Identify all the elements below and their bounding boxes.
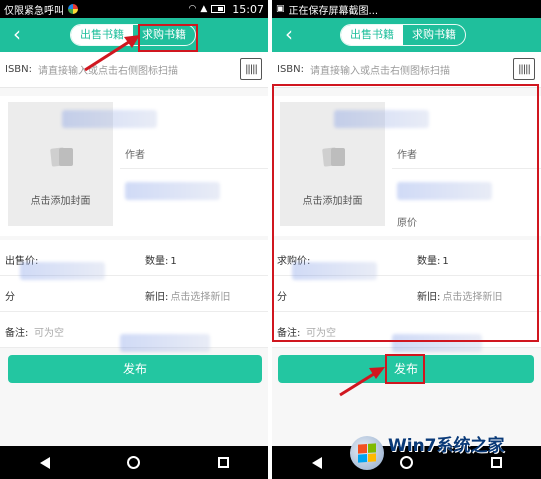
condition-placeholder: 点击选择新旧 bbox=[170, 292, 231, 303]
listing-form: 出售价: 数量:1 分 新旧:点击选择新旧 备注: 可为空 bbox=[0, 240, 268, 352]
note-row: 备注: 可为空 bbox=[0, 312, 268, 352]
windows-flag-icon bbox=[358, 443, 376, 463]
note-input[interactable]: 可为空 bbox=[34, 324, 64, 339]
arrow-annotation bbox=[339, 367, 385, 397]
note-label: 备注: bbox=[5, 328, 29, 339]
watermark-blur bbox=[125, 182, 220, 200]
watermark-blur bbox=[62, 110, 157, 128]
nav-back-button[interactable] bbox=[30, 451, 60, 475]
category-condition-row: 分 新旧: 点击选择新旧 bbox=[0, 276, 268, 312]
author-label: 作者 bbox=[125, 150, 145, 161]
nav-recents-button[interactable] bbox=[208, 451, 238, 475]
divider bbox=[120, 168, 268, 169]
triangle-back-icon bbox=[39, 456, 50, 469]
windows-logo-icon bbox=[350, 436, 384, 470]
left-phone-screen: 仅限紧急呼叫 ◠ ▲ 15:07 ‹ 出售书籍 求购书籍 ISBN: 请直接输入… bbox=[0, 0, 268, 479]
circle-home-icon bbox=[127, 456, 141, 469]
price-quantity-row: 出售价: 数量:1 bbox=[0, 240, 268, 280]
condition-label: 新旧: bbox=[145, 292, 169, 303]
condition-field[interactable]: 新旧: 点击选择新旧 bbox=[145, 288, 230, 303]
square-recents-icon bbox=[217, 457, 229, 468]
quantity-field[interactable]: 数量: 1 bbox=[145, 252, 177, 267]
cover-label: 点击添加封面 bbox=[30, 196, 91, 207]
image-icon bbox=[48, 144, 74, 170]
book-info-card: 点击添加封面 作者 bbox=[0, 96, 268, 236]
arrow-annotation bbox=[84, 35, 140, 72]
publish-button[interactable]: 发布 bbox=[8, 355, 262, 383]
system-nav-bar bbox=[0, 446, 268, 479]
site-watermark-text: Win7系统之家 bbox=[388, 436, 505, 456]
watermark-blur bbox=[120, 334, 210, 352]
right-phone-screen: ▣ 正在保存屏幕截图... ‹ 出售书籍 求购书籍 ISBN: 请直接输入或点击… bbox=[272, 0, 541, 479]
category-label: 分 bbox=[5, 292, 15, 303]
nav-home-button[interactable] bbox=[119, 451, 149, 475]
quantity-label: 数量: bbox=[145, 256, 169, 267]
quantity-value: 1 bbox=[170, 256, 177, 267]
